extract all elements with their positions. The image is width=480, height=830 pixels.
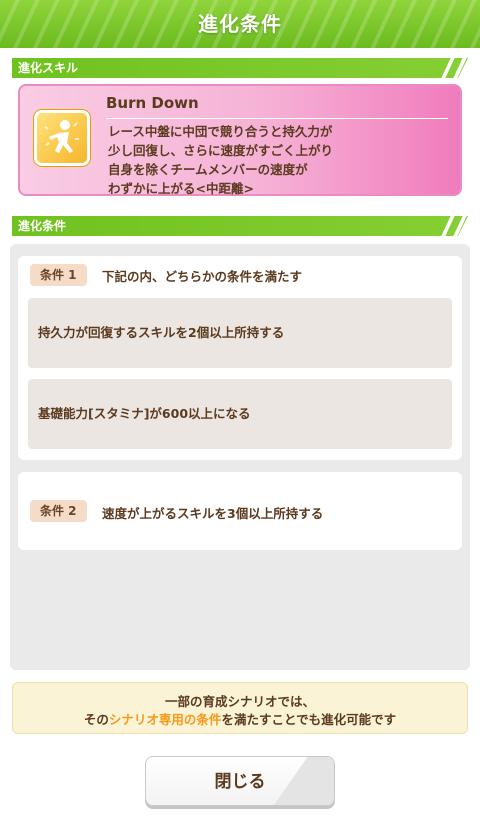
skill-card[interactable]: Burn Down レース中盤に中団で競り合うと持久力が 少し回復し、さらに速度… bbox=[18, 84, 462, 196]
sub-condition: 基礎能力[スタミナ]が600以上になる bbox=[28, 379, 452, 449]
condition-box-2: 条件 2 速度が上がるスキルを3個以上所持する bbox=[18, 472, 462, 550]
dialog-header: 進化条件 bbox=[0, 0, 480, 48]
note-line-2: そのシナリオ専用の条件を満たすことでも進化可能です bbox=[13, 709, 467, 728]
condition-text: 下記の内、どちらかの条件を満たす bbox=[102, 269, 303, 284]
sub-condition: 持久力が回復するスキルを2個以上所持する bbox=[28, 298, 452, 368]
skill-desc-line: レース中盤に中団で競り合うと持久力が bbox=[108, 124, 333, 139]
section-header-skill: 進化スキル bbox=[12, 58, 468, 78]
sub-condition-text: 持久力が回復するスキルを2個以上所持する bbox=[38, 325, 285, 340]
close-button-label: 閉じる bbox=[214, 772, 266, 792]
note-text: を満たすことでも進化可能です bbox=[221, 712, 397, 727]
note-highlight: シナリオ専用の条件 bbox=[108, 712, 222, 727]
skill-desc-line: わずかに上がる<中距離> bbox=[108, 181, 254, 196]
skill-description: レース中盤に中団で競り合うと持久力が 少し回復し、さらに速度がすごく上がり 自身… bbox=[108, 122, 458, 198]
condition-tag: 条件 2 bbox=[30, 500, 87, 522]
note-text: その bbox=[83, 712, 109, 727]
sub-condition-text: 基礎能力[スタミナ]が600以上になる bbox=[38, 406, 251, 421]
section-label-condition: 進化条件 bbox=[18, 219, 67, 233]
skill-divider bbox=[106, 118, 448, 119]
running-figure-icon bbox=[34, 110, 90, 166]
dialog-title: 進化条件 bbox=[198, 12, 282, 36]
section-tick bbox=[441, 216, 454, 236]
section-tick bbox=[441, 58, 454, 78]
condition-tag: 条件 1 bbox=[30, 264, 87, 286]
skill-desc-line: 少し回復し、さらに速度がすごく上がり bbox=[108, 143, 334, 158]
scenario-note: 一部の育成シナリオでは、 そのシナリオ専用の条件を満たすことでも進化可能です bbox=[12, 682, 468, 734]
section-header-condition: 進化条件 bbox=[12, 216, 468, 236]
note-line-1: 一部の育成シナリオでは、 bbox=[164, 694, 315, 709]
condition-text: 速度が上がるスキルを3個以上所持する bbox=[102, 506, 324, 521]
close-button[interactable]: 閉じる bbox=[145, 756, 335, 806]
skill-desc-line: 自身を除くチームメンバーの速度が bbox=[108, 162, 308, 177]
skill-name: Burn Down bbox=[106, 94, 199, 112]
section-label-skill: 進化スキル bbox=[18, 61, 79, 75]
